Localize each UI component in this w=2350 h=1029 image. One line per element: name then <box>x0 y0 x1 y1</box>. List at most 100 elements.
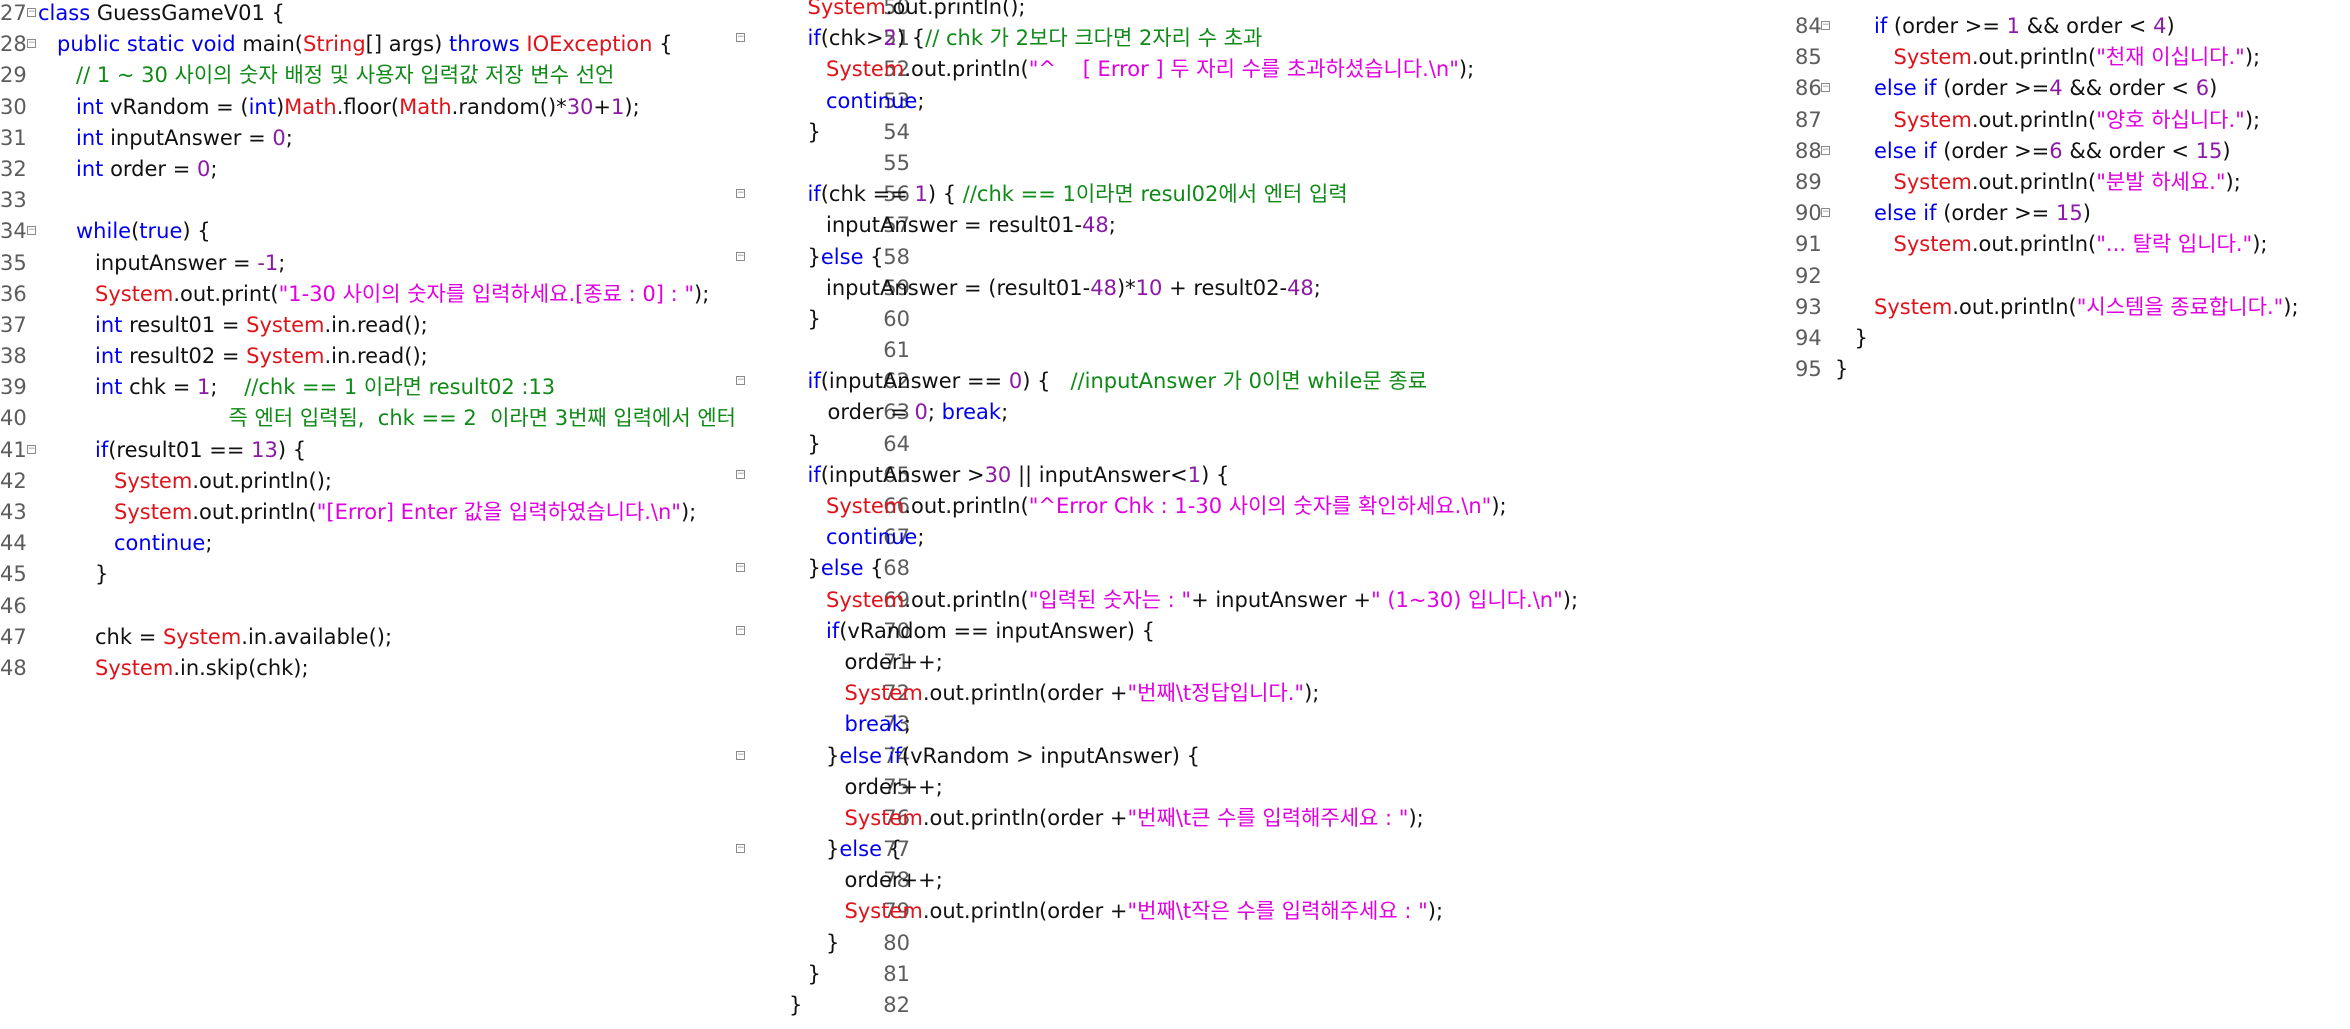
minus-box-icon[interactable]: − <box>27 8 36 17</box>
code-text: order++; <box>845 647 943 678</box>
code-line[interactable]: 43 System.out.println("[Error] Enter 값을 입… <box>0 497 870 528</box>
code-line[interactable]: 81} <box>808 959 1792 990</box>
code-line[interactable]: 80} <box>826 928 1792 959</box>
code-line[interactable]: 75 order++; <box>845 772 1792 803</box>
code-line[interactable]: 88− else if (order >=6 && order < 15) <box>1795 136 2350 167</box>
code-token: ) { <box>1022 369 1071 394</box>
code-line[interactable]: 91 System.out.println("... 탈락 입니다."); <box>1795 229 2350 260</box>
code-line[interactable]: 59 inputAnswer = (result01-48)*10 + resul… <box>826 273 1792 304</box>
minus-box-icon[interactable]: − <box>736 844 745 854</box>
code-line[interactable]: 86− else if (order >=4 && order < 6) <box>1795 73 2350 104</box>
code-line[interactable]: 52 System.out.println("^ [ Error ] 두 자리 수… <box>826 54 1792 85</box>
minus-box-icon[interactable]: − <box>736 251 745 261</box>
code-line[interactable]: 85 System.out.println("천재 이십니다."); <box>1795 42 2350 73</box>
code-text: System.out.println("^ [ Error ] 두 자리 수를 … <box>826 54 1474 85</box>
code-token: // chk 가 2보다 크다면 2자리 수 초과 <box>925 26 1263 51</box>
line-number: 44 <box>0 531 27 556</box>
minus-box-icon[interactable]: − <box>27 444 36 454</box>
code-line[interactable]: 37 int result01 = System.in.read(); <box>0 310 870 341</box>
code-line[interactable]: 72 System.out.println(order +"번째\t정답입니다."… <box>845 678 1792 709</box>
code-line[interactable]: 90− else if (order >= 15) <box>1795 198 2350 229</box>
code-line[interactable]: 73 break; <box>845 709 1792 740</box>
minus-box-icon[interactable]: − <box>736 376 745 386</box>
code-line[interactable]: 29 // 1 ~ 30 사이의 숫자 배정 및 사용자 입력값 저장 변수 선언 <box>0 60 870 91</box>
code-line[interactable]: 40 즉 엔터 입력됨, chk == 2 이라면 3번째 입력에서 엔터 <box>0 403 870 434</box>
code-line[interactable]: 46 <box>0 591 870 622</box>
code-line[interactable]: 63 order = 0; break; <box>828 397 1792 428</box>
code-line[interactable]: 56− if(chk == 1) { //chk == 1이라면 resul02에… <box>736 179 1792 210</box>
code-line[interactable]: 48 System.in.skip(chk); <box>0 653 870 684</box>
code-line[interactable]: 27− class GuessGameV01 { <box>0 0 870 29</box>
minus-box-icon[interactable]: − <box>1821 83 1830 93</box>
line-number: 61 <box>883 338 910 363</box>
code-line[interactable]: 44 continue; <box>0 528 870 559</box>
code-line[interactable]: 93 System.out.println("시스템을 종료합니다."); <box>1795 292 2350 323</box>
code-line[interactable]: 32 int order = 0; <box>0 154 870 185</box>
code-line[interactable]: 65− if(inputAnswer >30 || inputAnswer<1) … <box>736 460 1792 491</box>
code-line[interactable]: 77−}else { <box>736 834 1792 865</box>
code-line[interactable]: 89 System.out.println("분발 하세요."); <box>1795 167 2350 198</box>
code-line[interactable]: 70− if(vRandom == inputAnswer) { <box>736 616 1792 647</box>
code-column-right[interactable]: 84− if (order >= 1 && order < 4) 85 System.… <box>1795 11 2350 385</box>
code-token: System <box>844 805 923 830</box>
minus-box-icon[interactable]: − <box>1821 145 1830 155</box>
minus-box-icon[interactable]: − <box>27 226 36 236</box>
line-number: 37 <box>0 312 27 337</box>
code-line[interactable]: 82} <box>789 990 1792 1021</box>
code-line[interactable]: 87 System.out.println("양호 하십니다."); <box>1795 105 2350 136</box>
code-line[interactable]: 67 continue; <box>826 522 1792 553</box>
code-line[interactable]: 68−}else { <box>736 553 1792 584</box>
code-column-middle[interactable]: 50 System.out.println(); 51− if(chk>2) {// … <box>736 0 1792 1021</box>
code-line[interactable]: 38 int result02 = System.in.read(); <box>0 341 870 372</box>
code-token: ); <box>1458 57 1475 82</box>
code-line[interactable]: 55 <box>872 148 1792 179</box>
minus-box-icon[interactable]: − <box>736 33 745 43</box>
code-token: break <box>844 712 904 737</box>
code-token: 30 <box>984 462 1012 487</box>
code-token: 1 <box>197 375 211 400</box>
minus-box-icon[interactable]: − <box>736 750 745 760</box>
code-text: if (order >= 1 && order < 4) <box>1874 11 2175 42</box>
code-line[interactable]: 30 int vRandom = (int)Math.floor(Math.ran… <box>0 92 870 123</box>
code-token: vRandom = ( <box>103 94 249 119</box>
code-line[interactable]: 61 <box>872 335 1792 366</box>
code-line[interactable]: 76 System.out.println(order +"번째\t큰 수를 입력… <box>845 803 1792 834</box>
code-line[interactable]: 58−}else { <box>736 242 1792 273</box>
code-line[interactable]: 60} <box>808 304 1792 335</box>
code-line[interactable]: 71 order++; <box>845 647 1792 678</box>
code-line[interactable]: 84− if (order >= 1 && order < 4) <box>1795 11 2350 42</box>
code-line[interactable]: 53 continue; <box>826 86 1792 117</box>
code-line[interactable]: 74−}else if(vRandom > inputAnswer) { <box>736 741 1792 772</box>
code-text: order = 0; break; <box>808 397 1009 428</box>
code-line[interactable]: 57 inputAnswer = result01-48; <box>826 210 1792 241</box>
code-token: "분발 하세요." <box>2096 169 2226 194</box>
minus-box-icon[interactable]: − <box>736 625 745 635</box>
code-line[interactable]: 64} <box>808 429 1792 460</box>
minus-box-icon[interactable]: − <box>27 39 36 49</box>
code-line[interactable]: 36 System.out.print("1-30 사이의 숫자를 입력하세요.[… <box>0 279 870 310</box>
code-token: "번째\t정답입니다." <box>1127 681 1305 706</box>
code-line[interactable]: 95} <box>1795 354 2350 385</box>
code-line[interactable]: 66 System.out.println("^Error Chk : 1-30 … <box>826 491 1792 522</box>
code-line[interactable]: 50 System.out.println(); <box>808 0 1792 23</box>
code-line[interactable]: 51− if(chk>2) {// chk 가 2보다 크다면 2자리 수 초과 <box>736 23 1792 54</box>
line-number: 94 <box>1795 325 1822 350</box>
code-line[interactable]: 34− while(true) { <box>0 216 870 247</box>
minus-box-icon[interactable]: − <box>1821 208 1830 218</box>
line-number: 55 <box>883 150 910 175</box>
minus-box-icon[interactable]: − <box>736 469 745 479</box>
code-line[interactable]: 62− if(inputAnswer == 0) { //inputAnswer … <box>736 366 1792 397</box>
code-line[interactable]: 92 <box>1795 261 2350 292</box>
minus-box-icon[interactable]: − <box>736 189 745 199</box>
code-line[interactable]: 94} <box>1795 323 2350 354</box>
code-line[interactable]: 54} <box>808 117 1792 148</box>
code-line[interactable]: 78 order++; <box>845 865 1792 896</box>
code-line[interactable]: 41− if(result01 == 13) { <box>0 435 870 466</box>
code-line[interactable]: 79 System.out.println(order +"번째\t작은 수를 입… <box>845 896 1792 927</box>
code-line[interactable]: 69 System.out.println("입력된 숫자는 : "+ input… <box>826 585 1792 616</box>
code-line[interactable]: 31 int inputAnswer = 0; <box>0 123 870 154</box>
minus-box-icon[interactable]: − <box>736 563 745 573</box>
code-column-left[interactable]: 27− class GuessGameV01 {28− public static … <box>0 0 870 684</box>
code-text: } <box>1835 354 1848 385</box>
minus-box-icon[interactable]: − <box>1821 21 1830 30</box>
